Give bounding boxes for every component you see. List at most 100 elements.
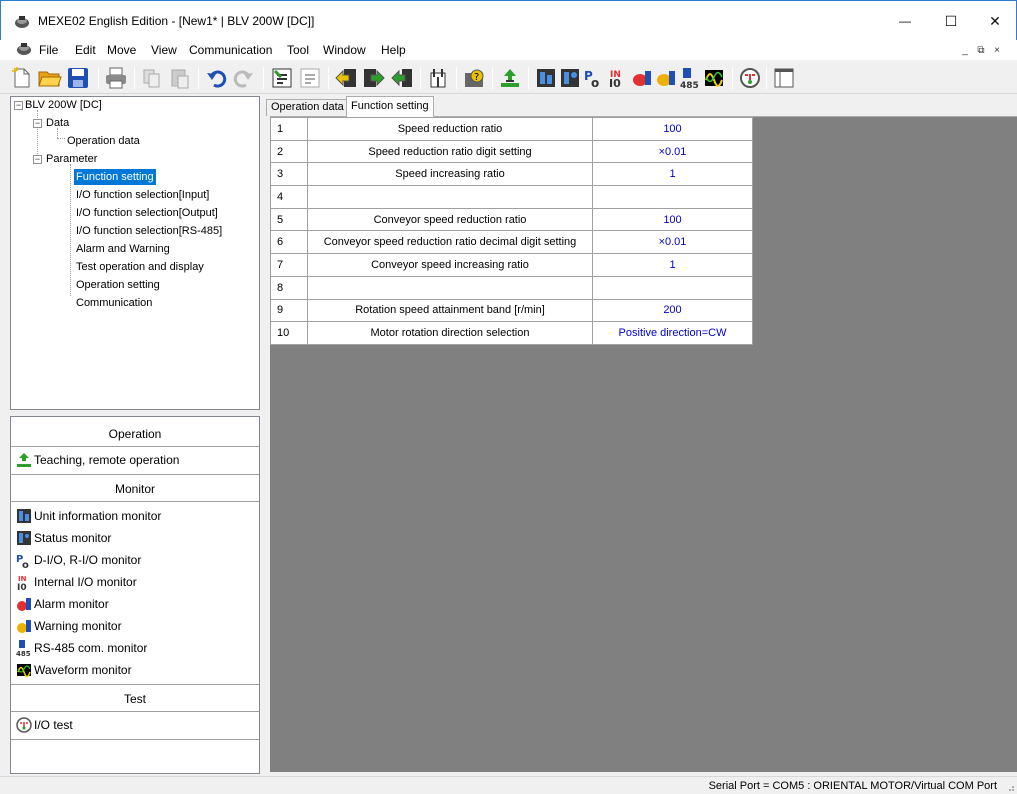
menu-help[interactable]: Help	[381, 43, 406, 57]
main-area: Operation data Function setting 1 Speed r…	[266, 96, 1017, 776]
read-data-icon[interactable]	[334, 66, 358, 90]
parameter-value-cell[interactable]: ×0.01	[592, 139, 753, 164]
table-row: 6 Conveyor speed reduction ratio decimal …	[270, 230, 753, 255]
tree-item-operation-data[interactable]: Operation data	[67, 133, 140, 149]
maximize-button[interactable]: ☐	[928, 5, 974, 37]
table-row: 5 Conveyor speed reduction ratio 100	[270, 207, 753, 232]
operation-header: Operation	[11, 421, 259, 447]
print-icon[interactable]	[104, 66, 128, 90]
tree-guide-line	[70, 164, 71, 296]
mdi-minimize-button[interactable]: _	[958, 44, 972, 56]
table-row: 10 Motor rotation direction selection Posi…	[270, 321, 753, 345]
tree-item-io-output[interactable]: I/O function selection[Output]	[76, 205, 218, 221]
tree-item-parameter[interactable]: Parameter	[46, 151, 97, 167]
rs485-com-monitor[interactable]: 485 RS-485 com. monitor	[11, 637, 259, 659]
unit-info-monitor-icon[interactable]	[534, 66, 558, 90]
verify-data-icon[interactable]	[390, 66, 414, 90]
tab-operation-data[interactable]: Operation data	[266, 99, 349, 116]
io-test-icon	[16, 717, 32, 733]
table-row: 2 Speed reduction ratio digit setting ×0.0…	[270, 139, 753, 164]
paste-icon[interactable]	[168, 66, 192, 90]
copy-icon[interactable]	[140, 66, 164, 90]
parameter-value-cell[interactable]: 200	[592, 298, 753, 323]
teaching-remote-operation[interactable]: Teaching, remote operation	[11, 449, 259, 471]
mdi-close-button[interactable]: ×	[990, 44, 1004, 56]
menu-view[interactable]: View	[151, 43, 177, 57]
toolbar-separator	[263, 67, 264, 89]
alarm-monitor[interactable]: Alarm monitor	[11, 593, 259, 615]
rs485-monitor-icon[interactable]: 485	[678, 66, 702, 90]
menu-communication[interactable]: Communication	[189, 43, 272, 57]
parameter-value-cell[interactable]: ×0.01	[592, 230, 753, 255]
parameter-value-cell[interactable]: Positive direction=CW	[592, 321, 753, 345]
redo-icon[interactable]	[232, 66, 256, 90]
tree-collapse-parameter[interactable]: −	[33, 155, 42, 164]
menu-tool[interactable]: Tool	[287, 43, 309, 57]
new-file-icon[interactable]	[10, 66, 34, 90]
initialize-icon[interactable]	[426, 66, 450, 90]
menu-file[interactable]: File	[39, 43, 58, 57]
parameter-value-cell[interactable]: 100	[592, 117, 753, 141]
io-test[interactable]: I/O test	[11, 714, 259, 736]
dio-monitor-icon[interactable]: Po	[582, 66, 606, 90]
internal-io-monitor-label: Internal I/O monitor	[34, 575, 137, 589]
tree-item-io-input[interactable]: I/O function selection[Input]	[76, 187, 209, 203]
teaching-label: Teaching, remote operation	[34, 453, 180, 467]
resize-grip-icon[interactable]	[1005, 782, 1015, 792]
minimize-button[interactable]: —	[882, 5, 928, 37]
tree-item-function-setting[interactable]: Function setting	[74, 169, 156, 185]
tree-item-test-operation[interactable]: Test operation and display	[76, 259, 204, 275]
toolbar-separator	[456, 67, 457, 89]
internal-io-monitor-icon[interactable]: IN I0	[606, 66, 630, 90]
tree-item-communication[interactable]: Communication	[76, 295, 152, 311]
teaching-icon[interactable]	[498, 66, 522, 90]
waveform-monitor-icon	[17, 664, 31, 678]
table-row: 8	[270, 275, 753, 300]
waveform-monitor-icon[interactable]	[702, 66, 726, 90]
undo-icon[interactable]	[204, 66, 228, 90]
tree-item-operation-setting[interactable]: Operation setting	[76, 277, 160, 293]
maximize-icon: ☐	[944, 12, 958, 29]
tab-function-setting[interactable]: Function setting	[346, 96, 434, 117]
alarm-monitor-label: Alarm monitor	[34, 597, 109, 611]
tree-collapse-root[interactable]: −	[14, 101, 23, 110]
internal-io-monitor[interactable]: IN I0 Internal I/O monitor	[11, 571, 259, 593]
row-number: 10	[270, 321, 308, 345]
menu-move[interactable]: Move	[107, 43, 136, 57]
parameter-value-cell[interactable]	[592, 275, 753, 300]
tree-item-io-rs485[interactable]: I/O function selection[RS-485]	[76, 223, 222, 239]
unit-info-monitor[interactable]: Unit information monitor	[11, 505, 259, 527]
parameter-value-cell[interactable]: 100	[592, 207, 753, 232]
compare-icon[interactable]	[270, 66, 294, 90]
compare-disabled-icon[interactable]	[298, 66, 322, 90]
toolbar-separator	[198, 67, 199, 89]
io-test-icon[interactable]	[738, 66, 762, 90]
menu-edit[interactable]: Edit	[75, 43, 96, 57]
device-query-icon[interactable]: ?	[462, 66, 486, 90]
window-layout-icon[interactable]	[772, 66, 796, 90]
toolbar-separator	[328, 67, 329, 89]
status-monitor-icon[interactable]	[558, 66, 582, 90]
open-folder-icon[interactable]	[38, 66, 62, 90]
title-bar: MEXE02 English Edition - [New1* | BLV 20…	[0, 0, 1017, 40]
tree-item-alarm-warning[interactable]: Alarm and Warning	[76, 241, 170, 257]
mdi-restore-button[interactable]: ⧉	[974, 44, 988, 56]
menu-window[interactable]: Window	[323, 43, 366, 57]
write-data-icon[interactable]	[362, 66, 386, 90]
alarm-monitor-icon[interactable]	[630, 66, 654, 90]
tree-collapse-data[interactable]: −	[33, 119, 42, 128]
parameter-name: Conveyor speed reduction ratio decimal d…	[307, 230, 593, 255]
warning-monitor-icon[interactable]	[654, 66, 678, 90]
parameter-value-cell[interactable]: 1	[592, 162, 753, 187]
save-icon[interactable]	[66, 66, 90, 90]
document-icon	[17, 43, 31, 55]
parameter-value-cell[interactable]	[592, 185, 753, 209]
warning-monitor[interactable]: Warning monitor	[11, 615, 259, 637]
waveform-monitor[interactable]: Waveform monitor	[11, 659, 259, 681]
parameter-value-cell[interactable]: 1	[592, 253, 753, 277]
dio-rio-monitor[interactable]: Po D-I/O, R-I/O monitor	[11, 549, 259, 571]
row-number: 8	[270, 275, 308, 300]
status-monitor[interactable]: Status monitor	[11, 527, 259, 549]
close-button[interactable]: ✕	[972, 5, 1017, 37]
vertical-splitter[interactable]	[262, 96, 265, 774]
